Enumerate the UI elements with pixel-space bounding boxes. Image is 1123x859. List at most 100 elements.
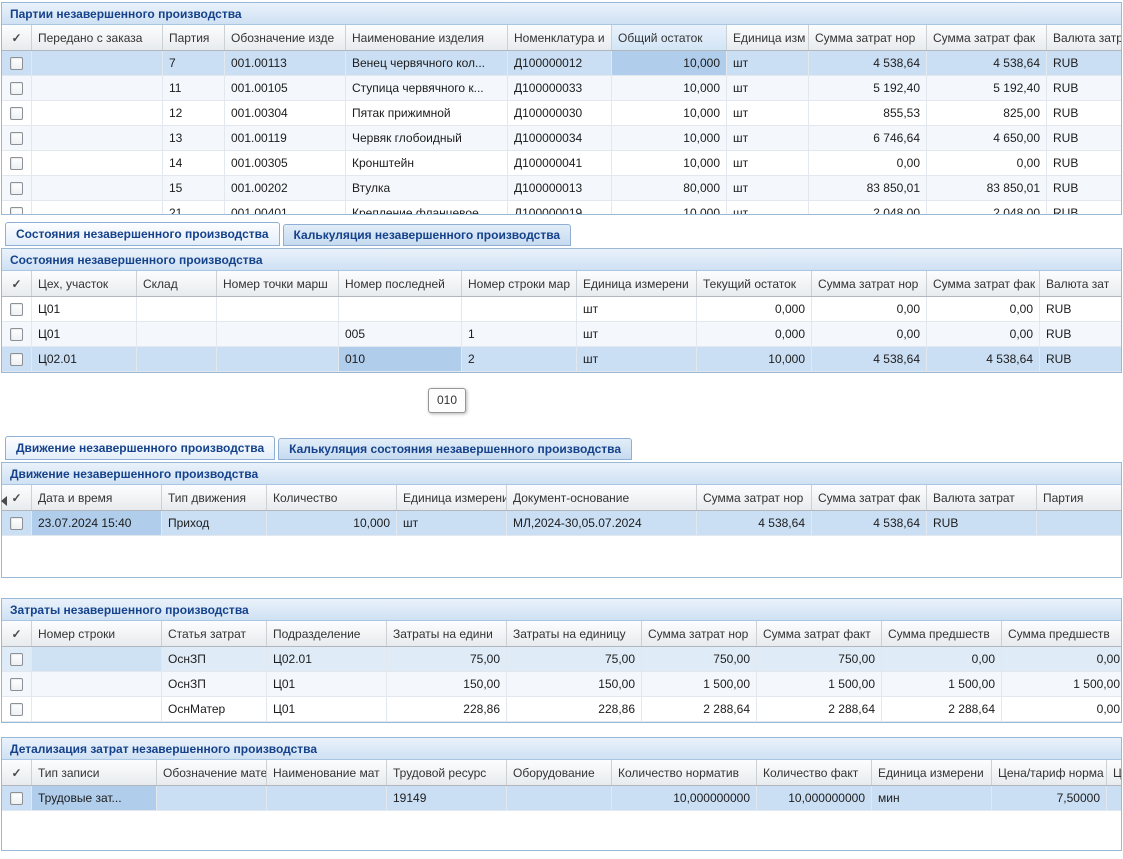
table-row[interactable]: 7001.00113Венец червячного кол...Д100000… xyxy=(2,51,1121,76)
column-header[interactable]: Номер последней xyxy=(339,271,462,296)
cell[interactable]: 005 xyxy=(339,322,462,347)
cell[interactable]: 10,000000000 xyxy=(612,786,757,811)
cell[interactable]: 2 xyxy=(462,347,577,372)
cell[interactable]: RUB xyxy=(1040,322,1121,347)
cell[interactable]: 001.00119 xyxy=(225,126,346,151)
cell[interactable]: 6 746,64 xyxy=(809,126,927,151)
table-row[interactable]: 21001.00401Крепление фланцевоеД100000019… xyxy=(2,201,1121,214)
table-row[interactable]: 12001.00304Пятак прижимнойД10000003010,0… xyxy=(2,101,1121,126)
cell[interactable]: 001.00113 xyxy=(225,51,346,76)
splitter-collapse-icon[interactable] xyxy=(1,496,7,506)
cell[interactable]: 001.00305 xyxy=(225,151,346,176)
cell[interactable]: 10,000 xyxy=(612,51,727,76)
cell[interactable] xyxy=(217,297,339,322)
column-header[interactable]: Цена/тариф норма xyxy=(992,760,1107,785)
column-header[interactable]: Общий остаток xyxy=(612,25,727,50)
cell[interactable] xyxy=(32,101,163,126)
cell[interactable] xyxy=(137,347,217,372)
cell[interactable]: 80,000 xyxy=(612,176,727,201)
column-header[interactable]: Сумма затрат нор xyxy=(642,621,757,646)
table-row[interactable]: 14001.00305КронштейнД10000004110,000шт0,… xyxy=(2,151,1121,176)
cell[interactable]: Ц01 xyxy=(267,697,387,722)
cell[interactable]: 0,00 xyxy=(1002,647,1121,672)
cell[interactable]: Ц02.01 xyxy=(32,347,137,372)
column-header[interactable]: Трудовой ресурс xyxy=(387,760,507,785)
cell[interactable]: 10,000000000 xyxy=(757,786,872,811)
cell[interactable]: RUB xyxy=(1047,51,1121,76)
cell[interactable]: 83 850,01 xyxy=(927,176,1047,201)
cell[interactable]: 1 500,00 xyxy=(882,672,1002,697)
cell[interactable] xyxy=(507,786,612,811)
row-checkbox[interactable] xyxy=(10,303,23,316)
cell[interactable]: 4 538,64 xyxy=(812,347,927,372)
cell[interactable]: 10,000 xyxy=(697,347,812,372)
column-header[interactable]: Единица измерени xyxy=(577,271,697,296)
table-row[interactable]: Трудовые зат...1914910,00000000010,00000… xyxy=(2,786,1121,811)
column-header[interactable]: Количество норматив xyxy=(612,760,757,785)
cell[interactable]: шт xyxy=(577,322,697,347)
cell[interactable]: 001.00105 xyxy=(225,76,346,101)
cell[interactable]: 0,00 xyxy=(927,322,1040,347)
cell[interactable]: ОснМатер xyxy=(162,697,267,722)
column-header[interactable]: Единица изм xyxy=(727,25,809,50)
cell[interactable]: RUB xyxy=(1047,101,1121,126)
cell[interactable]: RUB xyxy=(1040,297,1121,322)
cell[interactable]: Д100000012 xyxy=(508,51,612,76)
cell[interactable]: 0,000 xyxy=(697,322,812,347)
table-row[interactable]: 11001.00105Ступица червячного к...Д10000… xyxy=(2,76,1121,101)
cell[interactable]: 10,000 xyxy=(612,151,727,176)
cell[interactable]: Приход xyxy=(162,511,267,536)
cell[interactable]: Пятак прижимной xyxy=(346,101,508,126)
cell[interactable] xyxy=(339,297,462,322)
table-row[interactable]: ОснМатерЦ01228,86228,862 288,642 288,642… xyxy=(2,697,1121,722)
cell[interactable]: 0,00 xyxy=(927,151,1047,176)
cell[interactable]: Ц01 xyxy=(267,672,387,697)
cell[interactable]: 750,00 xyxy=(757,647,882,672)
row-checkbox[interactable] xyxy=(10,107,23,120)
row-checkbox[interactable] xyxy=(10,82,23,95)
cell[interactable]: шт xyxy=(577,297,697,322)
cell[interactable] xyxy=(137,297,217,322)
cell[interactable] xyxy=(32,151,163,176)
table-row[interactable]: Ц02.010102шт10,0004 538,644 538,64RUB xyxy=(2,347,1121,372)
column-header[interactable]: Ц xyxy=(1107,760,1121,785)
cell[interactable]: 10,000 xyxy=(612,126,727,151)
cell[interactable]: 75,00 xyxy=(387,647,507,672)
cell[interactable] xyxy=(32,176,163,201)
tab-state-calculation[interactable]: Калькуляция состояния незавершенного про… xyxy=(278,438,632,460)
column-header[interactable]: Единица измерени xyxy=(397,485,507,510)
cell[interactable]: 10,000 xyxy=(267,511,397,536)
tab-movement[interactable]: Движение незавершенного производства xyxy=(5,436,275,460)
cell[interactable] xyxy=(32,672,162,697)
cell[interactable]: Д100000019 xyxy=(508,201,612,214)
cell[interactable]: 0,00 xyxy=(927,297,1040,322)
row-checkbox[interactable] xyxy=(10,182,23,195)
cell[interactable]: RUB xyxy=(927,511,1037,536)
column-header[interactable]: Сумма затрат фак xyxy=(812,485,927,510)
column-header[interactable]: Сумма затрат нор xyxy=(812,271,927,296)
cell[interactable]: 1 500,00 xyxy=(642,672,757,697)
cell[interactable] xyxy=(32,647,162,672)
cell[interactable]: 15 xyxy=(163,176,225,201)
column-header[interactable]: Номер точки марш xyxy=(217,271,339,296)
table-row[interactable]: 13001.00119Червяк глобоидныйД10000003410… xyxy=(2,126,1121,151)
cell[interactable]: мин xyxy=(872,786,992,811)
cell[interactable]: шт xyxy=(727,101,809,126)
row-checkbox[interactable] xyxy=(10,132,23,145)
column-header[interactable]: Количество xyxy=(267,485,397,510)
column-header[interactable]: Наименование изделия xyxy=(346,25,508,50)
column-header[interactable]: Цех, участок xyxy=(32,271,137,296)
cell[interactable]: 228,86 xyxy=(387,697,507,722)
cell[interactable]: Кронштейн xyxy=(346,151,508,176)
cell[interactable]: 83 850,01 xyxy=(809,176,927,201)
cell[interactable]: 001.00304 xyxy=(225,101,346,126)
select-all-header[interactable]: ✓ xyxy=(2,271,32,296)
cell[interactable]: Д100000034 xyxy=(508,126,612,151)
cell[interactable] xyxy=(32,51,163,76)
cell[interactable]: 4 538,64 xyxy=(697,511,812,536)
column-header[interactable]: Дата и время xyxy=(32,485,162,510)
cell[interactable]: шт xyxy=(397,511,507,536)
column-header[interactable]: Обозначение изде xyxy=(225,25,346,50)
column-header[interactable]: Затраты на едини xyxy=(387,621,507,646)
table-row[interactable]: Ц01шт0,0000,000,00RUB xyxy=(2,297,1121,322)
